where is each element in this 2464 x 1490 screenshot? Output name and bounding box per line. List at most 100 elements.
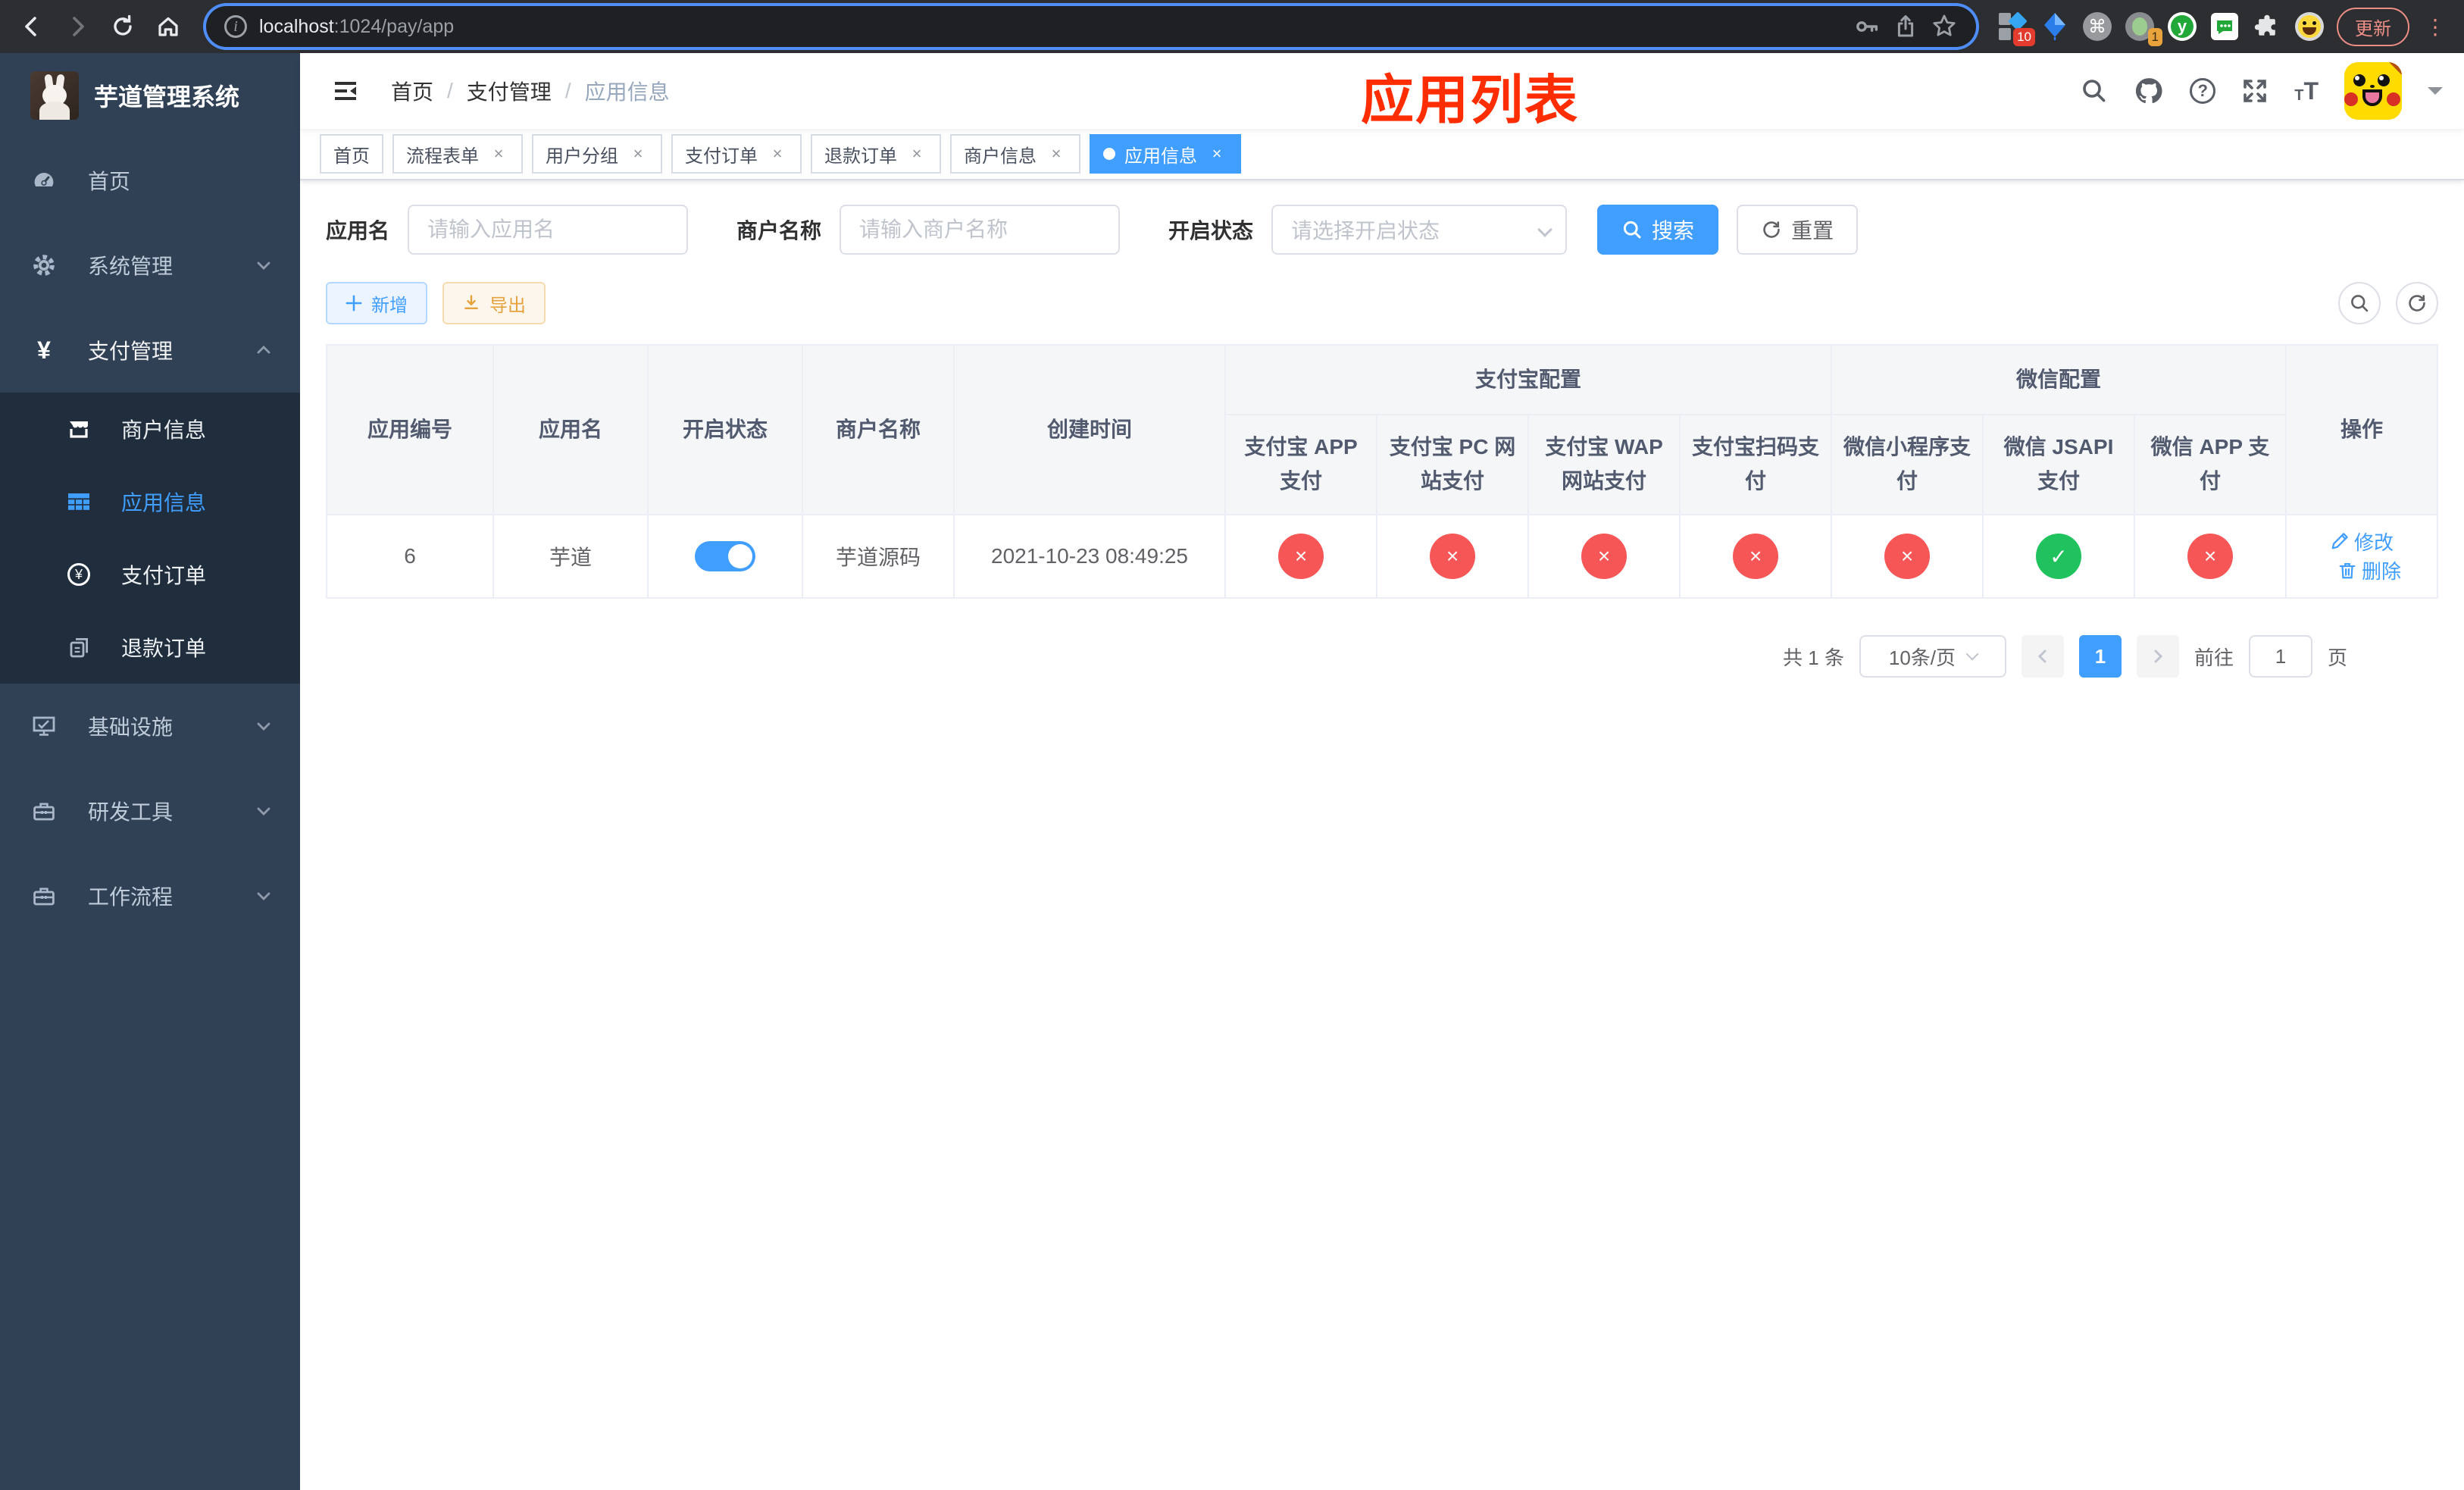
extensions-puzzle-icon[interactable] [2252,11,2282,42]
yen-icon: ¥ [37,336,51,364]
refresh-button[interactable] [2396,282,2438,324]
col-wx-jsapi: 微信 JSAPI 支付 [1982,414,2135,515]
wx-mini-status-icon: × [1884,534,1930,579]
col-status: 开启状态 [647,344,803,515]
share-icon[interactable] [1893,14,1918,39]
browser-toolbar: i localhost:1024/pay/app 10 ⌘ 1 y 更新 ⋮ [0,0,2464,53]
extension-profile-icon[interactable]: 1 [2125,11,2162,46]
sidebar-item-payment[interactable]: ¥ 支付管理 [0,308,300,393]
wx-app-status-icon: × [2187,534,2233,579]
goto-prefix: 前往 [2194,646,2234,669]
close-icon[interactable]: × [767,143,788,164]
goto-page-input[interactable] [2248,635,2312,678]
close-icon[interactable]: × [488,143,509,164]
chevron-down-icon [255,256,273,274]
col-group-wechat: 微信配置 [1831,344,2287,415]
page-number-1[interactable]: 1 [2078,635,2122,678]
bookmark-star-icon[interactable] [1931,13,1958,40]
chevron-down-icon [255,802,273,820]
alipay-wap-status-icon: × [1581,534,1627,579]
status-select[interactable]: 请选择开启状态 [1271,205,1568,255]
address-bar[interactable]: i localhost:1024/pay/app [206,6,1976,47]
site-info-icon[interactable]: i [224,15,247,38]
browser-profile-avatar[interactable] [2294,11,2325,42]
browser-update-button[interactable]: 更新 [2337,7,2409,46]
breadcrumb-current: 应用信息 [584,80,670,104]
close-icon[interactable]: × [906,143,927,164]
next-page-button[interactable] [2136,635,2179,678]
search-button[interactable]: 搜索 [1597,205,1719,255]
sidebar-item-home[interactable]: 首页 [0,138,300,223]
extension-command-icon[interactable]: ⌘ [2082,11,2112,42]
chevron-down-icon [255,887,273,905]
toggle-search-button[interactable] [2338,282,2381,324]
tab-payment-order[interactable]: 支付订单 × [671,134,802,174]
app-name-input[interactable] [408,205,689,255]
sidebar-item-workflow[interactable]: 工作流程 [0,853,300,938]
total-count: 共 1 条 [1783,646,1844,669]
sidebar-logo[interactable]: 芋道管理系统 [0,53,300,138]
tab-user-group[interactable]: 用户分组 × [532,134,662,174]
sidebar-item-dev-tools[interactable]: 研发工具 [0,768,300,853]
close-icon[interactable]: × [627,143,649,164]
sidebar-item-infrastructure[interactable]: 基础设施 [0,684,300,768]
status-label: 开启状态 [1168,219,1254,243]
sidebar-item-app-info[interactable]: 应用信息 [0,465,300,538]
extension-kite-icon[interactable] [2040,11,2070,42]
extension-chat-icon[interactable] [2209,11,2240,42]
pagination: 共 1 条 10条/页 1 前往 页 [326,635,2438,678]
user-avatar[interactable] [2344,62,2402,120]
merchant-name-input[interactable] [840,205,1121,255]
delete-link[interactable]: 删除 [2337,556,2401,584]
sidebar-collapse-icon[interactable] [321,76,370,106]
browser-forward-icon[interactable] [61,10,94,43]
col-wx-mini: 微信小程序支付 [1831,414,1984,515]
browser-reload-icon[interactable] [106,10,139,43]
export-button[interactable]: 导出 [442,282,546,324]
browser-home-icon[interactable] [152,10,185,43]
extension-blocks-icon[interactable]: 10 [1997,11,2035,46]
github-icon[interactable] [2134,76,2164,106]
status-toggle[interactable] [695,541,755,571]
tags-view-bar: 首页 流程表单 × 用户分组 × 支付订单 × 退款订单 × 商户信息 × 应用信息 × [300,129,2464,180]
breadcrumb-payment[interactable]: 支付管理 [467,76,552,106]
tab-app-info[interactable]: 应用信息 × [1090,134,1241,174]
tab-merchant-info[interactable]: 商户信息 × [950,134,1080,174]
sidebar-item-system[interactable]: 系统管理 [0,223,300,308]
sidebar-item-payment-order[interactable]: ¥ 支付订单 [0,538,300,611]
tab-process-form[interactable]: 流程表单 × [392,134,523,174]
toolbox-icon [32,884,56,908]
fullscreen-icon[interactable] [2241,77,2269,105]
sidebar-item-refund-order[interactable]: 退款订单 [0,611,300,684]
cell-created: 2021-10-23 08:49:25 [953,514,1226,599]
chevron-up-icon [255,341,273,359]
breadcrumb-home[interactable]: 首页 [391,76,433,106]
annotation-title: 应用列表 [1361,70,1579,130]
avatar-caret-icon[interactable] [2428,87,2443,102]
col-merchant: 商户名称 [802,344,955,515]
edit-link[interactable]: 修改 [2330,527,2394,556]
help-icon[interactable]: ? [2190,78,2216,104]
close-icon[interactable]: × [1206,143,1227,164]
extension-yudao-icon[interactable]: y [2167,11,2197,42]
tab-home[interactable]: 首页 [320,134,383,174]
page-size-select[interactable]: 10条/页 [1859,635,2006,678]
sidebar-item-merchant-info[interactable]: 商户信息 [0,393,300,465]
prev-page-button[interactable] [2021,635,2064,678]
top-navbar: 首页 / 支付管理 / 应用信息 应用列表 ? TT [300,53,2464,130]
password-key-icon[interactable] [1853,13,1881,40]
col-alipay-wap: 支付宝 WAP 网站支付 [1527,414,1681,515]
col-actions: 操作 [2285,344,2438,515]
header-search-icon[interactable] [2081,77,2108,105]
active-dot [1103,148,1115,160]
merchant-name-label: 商户名称 [736,219,822,243]
font-size-icon[interactable]: TT [2294,79,2319,103]
tab-refund-order[interactable]: 退款订单 × [811,134,941,174]
browser-menu-icon[interactable]: ⋮ [2422,14,2449,39]
col-alipay-scan: 支付宝扫码支付 [1679,414,1832,515]
add-button[interactable]: 新增 [326,282,427,324]
reset-button[interactable]: 重置 [1737,205,1859,255]
close-icon[interactable]: × [1046,143,1067,164]
cell-app-id: 6 [326,514,494,599]
browser-back-icon[interactable] [15,10,48,43]
